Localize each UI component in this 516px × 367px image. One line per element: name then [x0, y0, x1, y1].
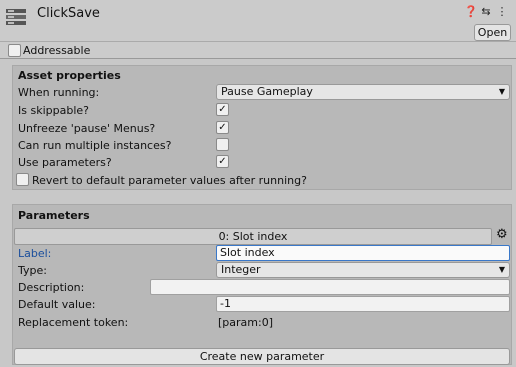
when-running-dropdown[interactable]: Pause Gameplay ▼ [216, 84, 510, 100]
when-running-label: When running: [18, 86, 100, 99]
inspector-header: ClickSave ❓ ⇆ ⋮ Open [0, 0, 516, 41]
is-skippable-label: Is skippable? [18, 104, 89, 117]
addressable-checkbox[interactable] [8, 44, 21, 57]
presets-icon[interactable]: ⇆ [480, 5, 492, 18]
parameters-title: Parameters [18, 209, 90, 222]
asset-properties-panel: Asset properties When running: Pause Gam… [12, 65, 512, 190]
when-running-value: Pause Gameplay [221, 85, 313, 98]
param-default-field[interactable]: -1 [216, 296, 510, 312]
addressable-row: Addressable [0, 41, 516, 59]
replacement-token-label: Replacement token: [18, 316, 129, 329]
asset-properties-title: Asset properties [18, 69, 121, 82]
param-default-label: Default value: [18, 298, 96, 311]
asset-title: ClickSave [37, 6, 100, 21]
help-icon[interactable]: ❓ [464, 5, 478, 18]
header-icons: ❓ ⇆ ⋮ [464, 5, 508, 18]
unfreeze-pause-menus-checkbox[interactable]: ✓ [216, 121, 229, 134]
use-parameters-checkbox[interactable]: ✓ [216, 155, 229, 168]
param-label-label: Label: [18, 247, 52, 260]
is-skippable-checkbox[interactable]: ✓ [216, 103, 229, 116]
revert-defaults-checkbox[interactable] [16, 173, 29, 186]
open-button[interactable]: Open [474, 24, 511, 41]
revert-defaults-label: Revert to default parameter values after… [32, 174, 307, 187]
actionlist-asset-icon [6, 9, 26, 25]
dropdown-arrow-icon: ▼ [498, 87, 505, 96]
param-type-value: Integer [221, 263, 261, 276]
param-type-label: Type: [18, 264, 47, 277]
unfreeze-pause-menus-label: Unfreeze 'pause' Menus? [18, 122, 156, 135]
param-label-field[interactable]: Slot index [216, 245, 510, 261]
use-parameters-label: Use parameters? [18, 156, 112, 169]
param-type-dropdown[interactable]: Integer ▼ [216, 262, 510, 278]
parameters-panel: Parameters 0: Slot index ⚙ Label: Slot i… [12, 204, 512, 365]
menu-icon[interactable]: ⋮ [496, 5, 508, 18]
param-description-field[interactable] [150, 279, 510, 295]
replacement-token-value: [param:0] [218, 316, 273, 329]
dropdown-arrow-icon: ▼ [498, 265, 505, 274]
param-description-label: Description: [18, 281, 85, 294]
create-parameter-button[interactable]: Create new parameter [14, 348, 510, 365]
addressable-label: Addressable [23, 44, 91, 57]
parameter-slot-header[interactable]: 0: Slot index [14, 228, 492, 245]
gear-icon[interactable]: ⚙ [496, 227, 508, 242]
multiple-instances-checkbox[interactable] [216, 138, 229, 151]
multiple-instances-label: Can run multiple instances? [18, 139, 172, 152]
